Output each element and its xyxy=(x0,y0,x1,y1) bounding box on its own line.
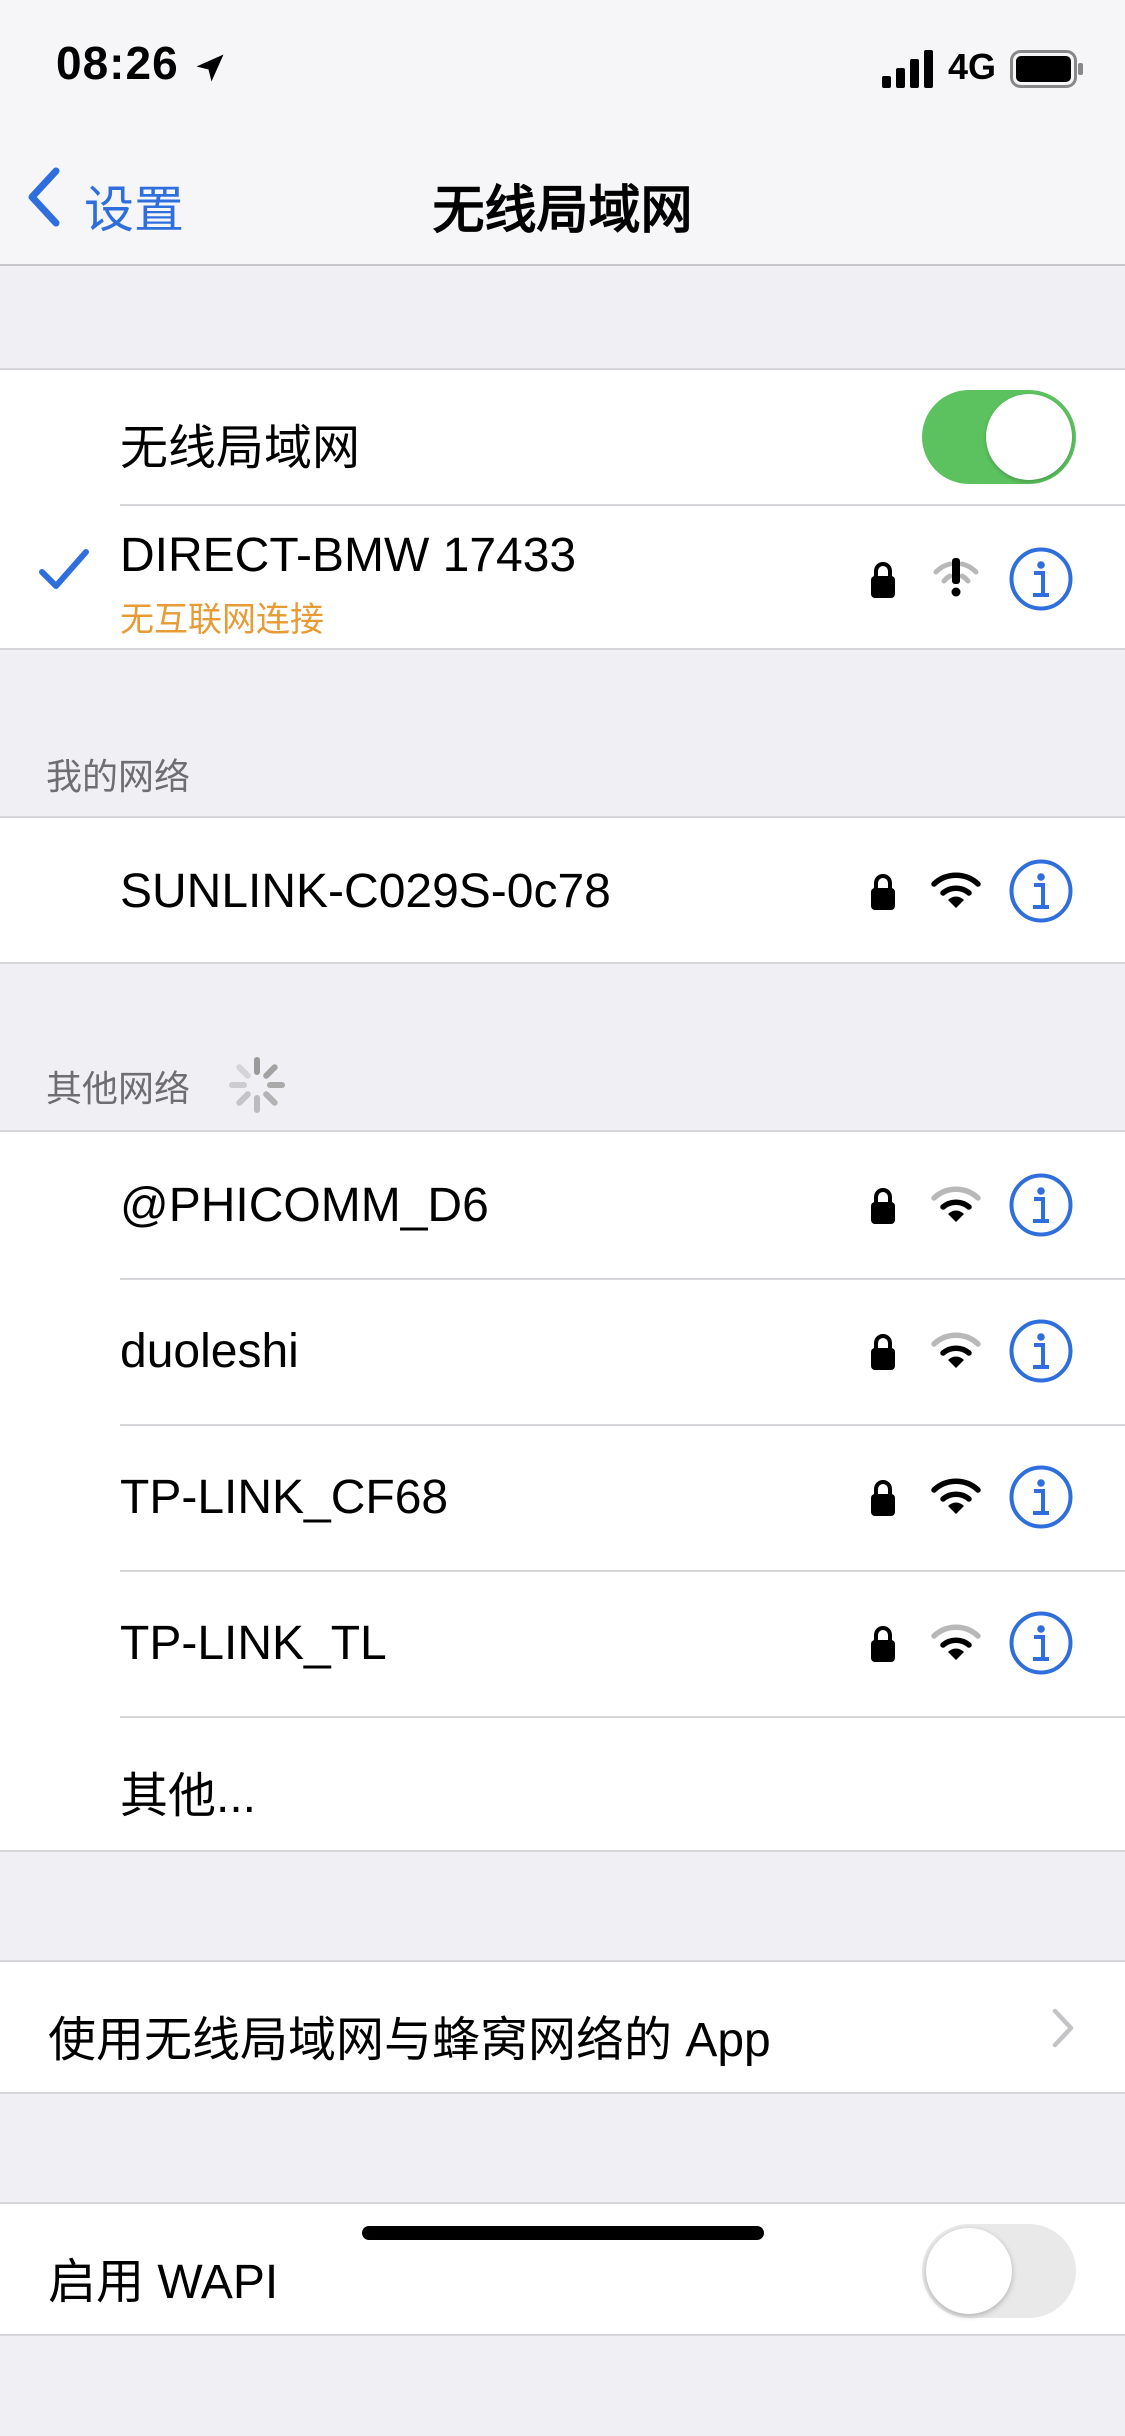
divider xyxy=(120,504,1125,506)
battery-icon xyxy=(1010,50,1083,88)
my-networks-header: 我的网络 xyxy=(46,756,191,797)
loading-spinner-icon xyxy=(229,1057,285,1113)
toggle-knob xyxy=(926,2228,1012,2314)
other-networks-group: @PHICOMM_D6 duoleshi TP-LINK_CF68 TP-LIN… xyxy=(0,1130,1125,1852)
wifi-toggle[interactable] xyxy=(922,390,1076,484)
network-name[interactable]: SUNLINK-C029S-0c78 xyxy=(120,864,611,919)
info-icon[interactable] xyxy=(1008,1610,1074,1676)
wapi-toggle[interactable] xyxy=(922,2224,1076,2318)
wapi-group: 启用 WAPI xyxy=(0,2202,1125,2336)
info-icon[interactable] xyxy=(1008,858,1074,924)
wifi-signal-full-icon xyxy=(931,1478,981,1514)
info-icon[interactable] xyxy=(1008,546,1074,612)
other-networks-header: 其他网络 xyxy=(46,1068,191,1109)
network-name[interactable]: TP-LINK_CF68 xyxy=(120,1470,448,1525)
toggle-knob xyxy=(986,394,1072,480)
apps-row-label[interactable]: 使用无线局域网与蜂窝网络的 App xyxy=(48,2000,771,2070)
chevron-right-icon xyxy=(1052,2008,1074,2048)
network-name[interactable]: TP-LINK_TL xyxy=(120,1616,387,1671)
lock-icon xyxy=(871,562,895,598)
info-icon[interactable] xyxy=(1008,1172,1074,1238)
divider xyxy=(120,1570,1125,1572)
lock-icon xyxy=(871,874,895,910)
info-icon[interactable] xyxy=(1008,1464,1074,1530)
current-network-name[interactable]: DIRECT-BMW 17433 xyxy=(120,528,576,583)
wapi-label: 启用 WAPI xyxy=(48,2256,279,2309)
location-arrow-icon xyxy=(196,54,224,82)
network-type-label: 4G xyxy=(948,46,997,87)
apps-group[interactable]: 使用无线局域网与蜂窝网络的 App xyxy=(0,1960,1125,2094)
wifi-toggle-label: 无线局域网 xyxy=(120,422,361,475)
wifi-signal-medium-icon xyxy=(931,1186,981,1222)
current-network-status: 无互联网连接 xyxy=(120,601,324,639)
divider xyxy=(120,1278,1125,1280)
wifi-signal-medium-icon xyxy=(931,1624,981,1660)
info-icon[interactable] xyxy=(1008,1318,1074,1384)
wifi-signal-full-icon xyxy=(931,872,981,908)
lock-icon xyxy=(871,1188,895,1224)
wifi-signal-medium-icon xyxy=(931,1332,981,1368)
other-network-button[interactable]: 其他... xyxy=(120,1756,256,1826)
network-name[interactable]: duoleshi xyxy=(120,1324,299,1379)
divider xyxy=(120,1424,1125,1426)
lock-icon xyxy=(871,1334,895,1370)
home-indicator xyxy=(362,2226,764,2240)
network-name[interactable]: @PHICOMM_D6 xyxy=(120,1178,489,1233)
my-networks-group: SUNLINK-C029S-0c78 xyxy=(0,816,1125,964)
lock-icon xyxy=(871,1480,895,1516)
cellular-signal-icon xyxy=(882,50,933,88)
lock-icon xyxy=(871,1626,895,1662)
divider xyxy=(120,1716,1125,1718)
status-time: 08:26 xyxy=(56,37,179,89)
page-title: 无线局域网 xyxy=(432,182,693,240)
wifi-group: 无线局域网 DIRECT-BMW 17433 无互联网连接 xyxy=(0,368,1125,650)
wifi-warning-icon xyxy=(933,558,979,597)
checkmark-icon xyxy=(39,549,89,589)
